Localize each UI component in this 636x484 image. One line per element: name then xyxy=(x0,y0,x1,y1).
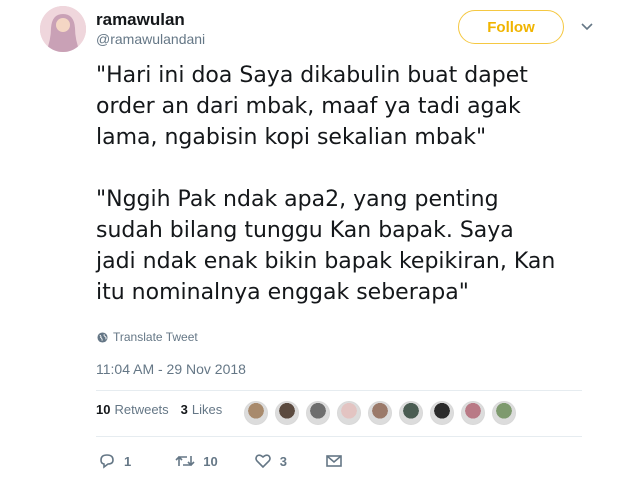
like-count: 3 xyxy=(279,453,287,469)
liker-avatar[interactable] xyxy=(399,401,423,425)
tweet-header: ramawulan @ramawulandani Follow xyxy=(40,6,620,54)
retweets-count: 10 xyxy=(96,402,111,417)
tweet-actions: 1 10 3 xyxy=(98,452,343,470)
retweets-stat[interactable]: 10 Retweets xyxy=(96,402,169,417)
reply-icon xyxy=(100,454,114,469)
like-button[interactable]: 3 xyxy=(254,452,287,470)
tweet-paragraph: "Nggih Pak ndak apa2, yang penting sudah… xyxy=(96,187,556,305)
heart-icon xyxy=(254,454,271,469)
likes-count: 3 xyxy=(180,402,188,417)
liker-avatar[interactable] xyxy=(244,401,268,425)
retweet-count: 10 xyxy=(203,453,218,469)
liker-avatar[interactable] xyxy=(306,401,330,425)
divider xyxy=(96,390,582,391)
retweet-icon xyxy=(175,455,195,467)
chevron-down-icon[interactable] xyxy=(580,20,594,34)
liker-avatar[interactable] xyxy=(430,401,454,425)
likes-label: Likes xyxy=(191,402,223,417)
reply-count: 1 xyxy=(124,453,132,469)
globe-icon xyxy=(97,331,108,343)
liker-avatars xyxy=(244,401,523,425)
liker-avatar[interactable] xyxy=(461,401,485,425)
liker-avatar[interactable] xyxy=(492,401,516,425)
translate-label[interactable]: Translate Tweet xyxy=(113,330,198,344)
liker-avatar[interactable] xyxy=(368,401,392,425)
translate-tweet-link[interactable]: Translate Tweet xyxy=(97,330,198,344)
display-name[interactable]: ramawulan xyxy=(96,10,205,30)
liker-avatar[interactable] xyxy=(337,401,361,425)
direct-message-button[interactable] xyxy=(325,453,343,469)
tweet-card: ramawulan @ramawulandani Follow "Hari in… xyxy=(0,0,636,484)
follow-button[interactable]: Follow xyxy=(458,10,564,44)
retweet-button[interactable]: 10 xyxy=(175,452,218,470)
liker-avatar[interactable] xyxy=(275,401,299,425)
avatar[interactable] xyxy=(40,6,86,52)
retweets-label: Retweets xyxy=(114,402,169,417)
tweet-timestamp[interactable]: 11:04 AM - 29 Nov 2018 xyxy=(96,361,246,377)
likes-stat[interactable]: 3 Likes xyxy=(181,402,223,417)
user-names: ramawulan @ramawulandani xyxy=(96,10,205,48)
reply-button[interactable]: 1 xyxy=(98,452,131,470)
tweet-stats: 10 Retweets 3 Likes xyxy=(96,402,234,417)
user-handle[interactable]: @ramawulandani xyxy=(96,30,205,48)
tweet-text: "Hari ini doa Saya dikabulin buat dapet … xyxy=(96,60,556,308)
tweet-paragraph: "Hari ini doa Saya dikabulin buat dapet … xyxy=(96,63,528,150)
envelope-icon xyxy=(326,455,342,467)
divider xyxy=(96,436,582,437)
